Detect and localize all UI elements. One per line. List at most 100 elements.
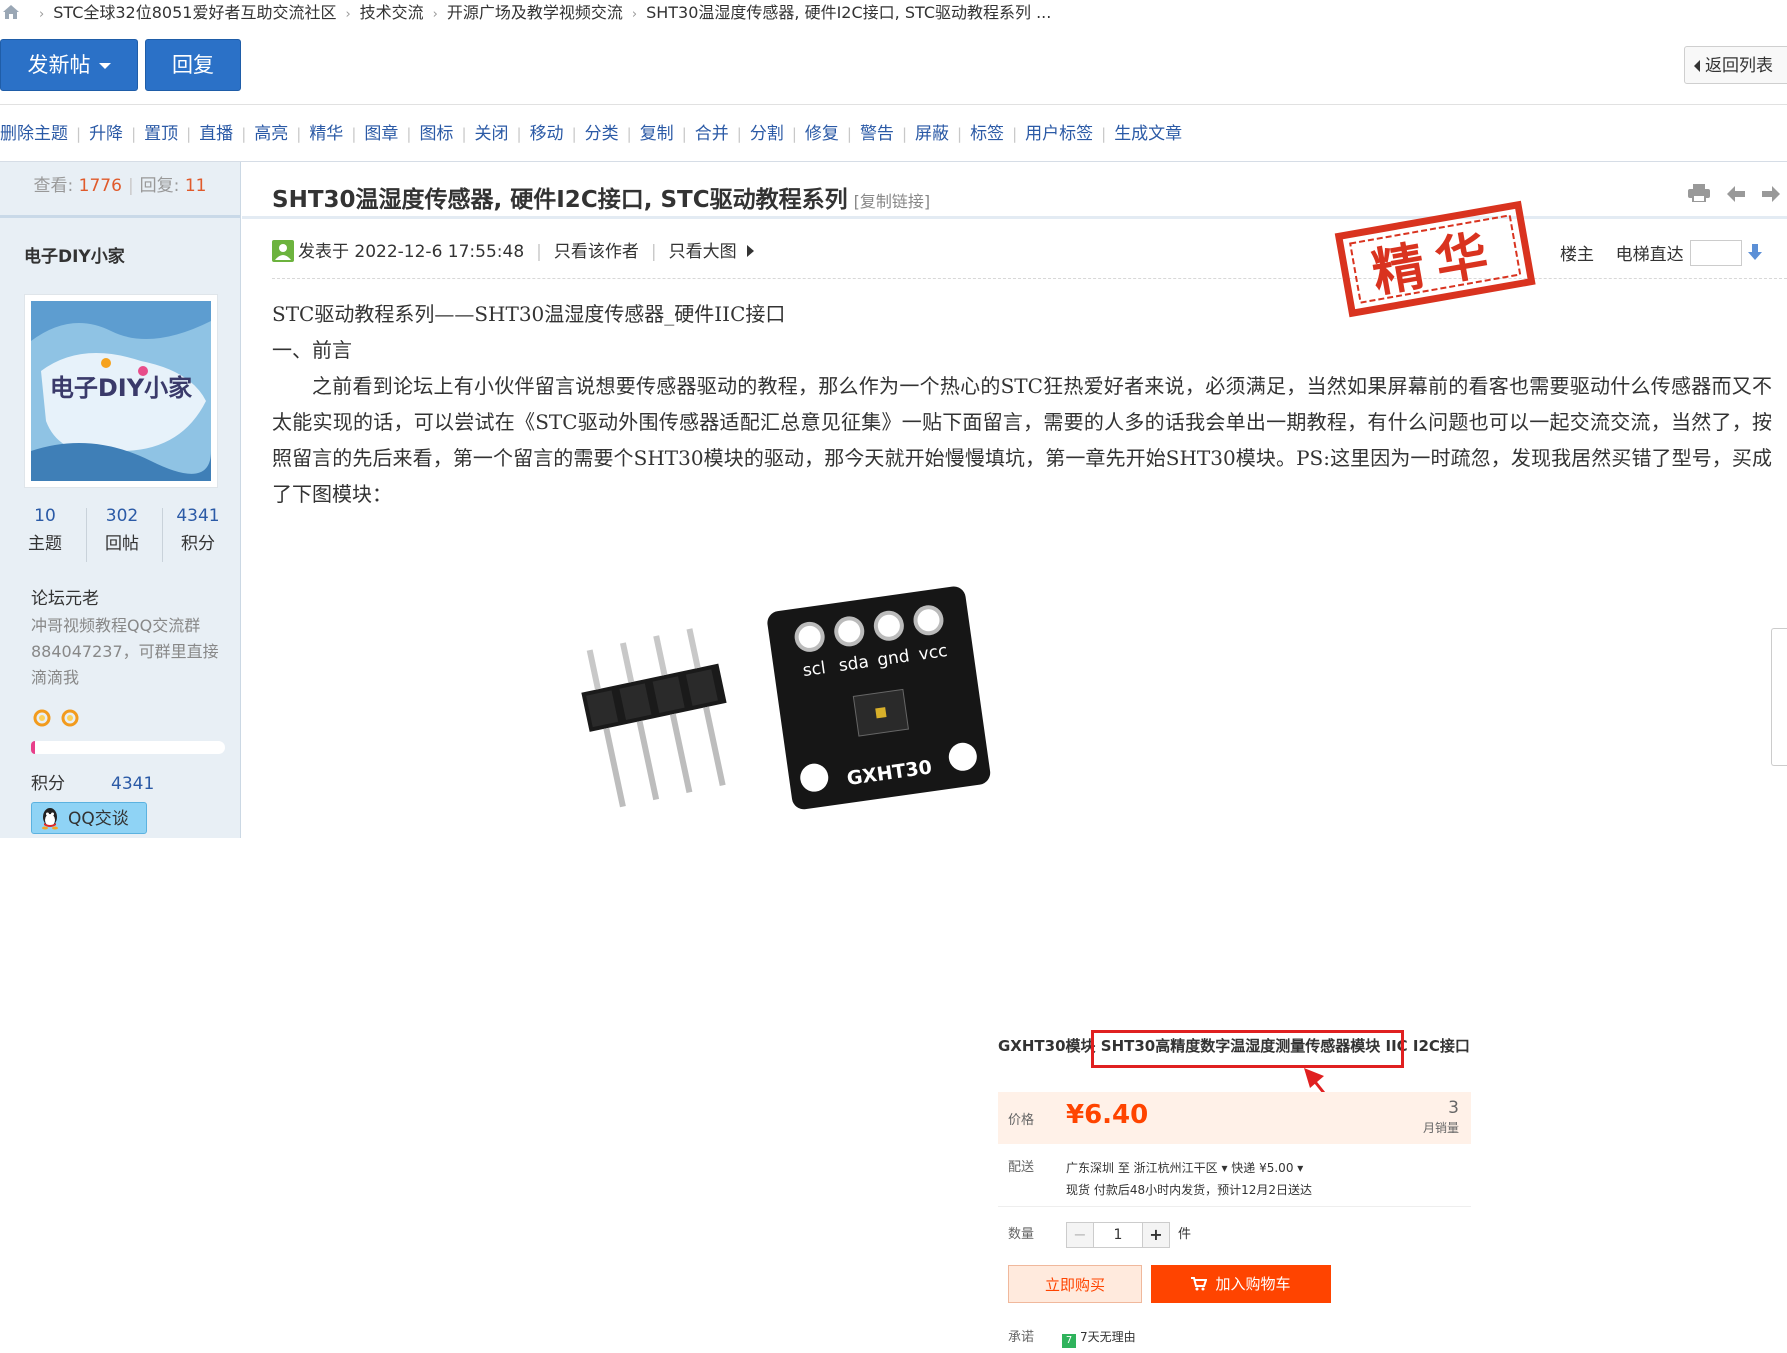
mod-divider: |: [957, 125, 963, 143]
count-posts[interactable]: 302 回帖: [87, 502, 157, 558]
side-panel-tab[interactable]: [1771, 628, 1787, 766]
return-policy-icon: 7: [1062, 1334, 1077, 1348]
qq-chat-label: QQ交谈: [68, 809, 129, 829]
mod-divider: |: [681, 125, 687, 143]
floor-info: 楼主 电梯直达: [1560, 240, 1762, 267]
new-post-button[interactable]: 发新帖: [0, 39, 138, 91]
mod-tool-item[interactable]: 分类: [585, 124, 619, 144]
pin-label-vcc: vcc: [917, 641, 948, 665]
views-label: 查看:: [33, 176, 74, 196]
mod-tool-item[interactable]: 用户标签: [1025, 124, 1093, 144]
divider: [0, 161, 1787, 162]
pin-label-scl: scl: [801, 658, 826, 681]
breadcrumb-separator: ›: [39, 7, 45, 22]
mod-tool-item[interactable]: 警告: [860, 124, 894, 144]
new-post-label: 发新帖: [27, 53, 91, 77]
posted-label: 发表于: [298, 242, 349, 262]
avatar-image: 电子DIY小家: [31, 301, 211, 481]
author-name[interactable]: 电子DIY小家: [24, 242, 125, 267]
mod-tool-item[interactable]: 高亮: [254, 124, 288, 144]
mod-tool-item[interactable]: 删除主题: [0, 124, 68, 144]
reply-label: 回复: [172, 53, 214, 77]
mod-tool-item[interactable]: 移动: [530, 124, 564, 144]
back-to-list-label: 返回列表: [1705, 56, 1773, 76]
mod-tool-item[interactable]: 屏蔽: [915, 124, 949, 144]
mod-divider: |: [736, 125, 742, 143]
mod-tool-item[interactable]: 直播: [199, 124, 233, 144]
mod-divider: |: [296, 125, 302, 143]
quantity-stepper: − 1 +: [1066, 1222, 1170, 1248]
mod-tool-item[interactable]: 分割: [750, 124, 784, 144]
count-points[interactable]: 4341 积分: [163, 502, 233, 558]
previous-thread-icon[interactable]: [1727, 186, 1746, 206]
post-meta: 发表于 2022-12-6 17:55:48 | 只看该作者 | 只看大图: [272, 240, 754, 264]
count-value: 10: [34, 506, 56, 526]
mod-tool-item[interactable]: 修复: [805, 124, 839, 144]
mod-tool-item[interactable]: 置顶: [144, 124, 178, 144]
author-sidebar: 查看: 1776 | 回复: 11 电子DIY小家 电子DIY小家 10 主题 302…: [0, 162, 241, 838]
section-heading: 一、前言: [272, 338, 352, 362]
breadcrumb-open-source[interactable]: 开源广场及教学视频交流: [447, 3, 623, 22]
mod-divider: |: [846, 125, 852, 143]
buy-now-button: 立即购买: [1008, 1265, 1142, 1303]
mod-divider: |: [791, 125, 797, 143]
author-only-link[interactable]: 只看该作者: [554, 242, 639, 262]
mod-divider: |: [461, 125, 467, 143]
divider: [242, 216, 1787, 219]
promise-value: 7天无理由: [1080, 1330, 1136, 1344]
breadcrumb-tech[interactable]: 技术交流: [360, 3, 424, 22]
back-to-list-button[interactable]: 返回列表: [1684, 46, 1787, 84]
mod-tool-item[interactable]: 精华: [309, 124, 343, 144]
mod-tool-item[interactable]: 图章: [364, 124, 398, 144]
print-icon[interactable]: [1688, 184, 1710, 206]
breadcrumb-current-thread[interactable]: SHT30温湿度传感器, 硬件I2C接口, STC驱动教程系列 ...: [646, 3, 1051, 22]
user-signature: 冲哥视频教程QQ交流群884047237，可群里直接滴滴我: [31, 616, 219, 687]
mod-tool-item[interactable]: 生成文章: [1114, 124, 1182, 144]
price-label: 价格: [1008, 1113, 1035, 1128]
listing-title-prefix: GXHT30模块: [998, 1037, 1096, 1055]
score-value: 4341: [111, 774, 155, 794]
elevator-label: 电梯直达: [1615, 245, 1684, 265]
divider: [998, 1206, 1471, 1207]
count-topics[interactable]: 10 主题: [10, 502, 80, 558]
qq-penguin-icon: [42, 808, 58, 830]
stats-divider: |: [127, 176, 134, 196]
ship-label: 配送: [1008, 1160, 1035, 1175]
qq-chat-button[interactable]: QQ交谈: [31, 802, 147, 834]
count-label: 回帖: [105, 534, 139, 554]
home-icon[interactable]: [2, 4, 20, 20]
chevron-down-icon: [98, 63, 111, 69]
mod-tool-item[interactable]: 复制: [640, 124, 674, 144]
promise-row: 承诺 7 7天无理由: [1008, 1326, 1136, 1348]
ship-note: 现货 付款后48小时内发货，预计12月2日送达: [1066, 1183, 1312, 1197]
post-image[interactable]: scl sda gnd vcc GXHT30 GXHT30模块 SHT30高精度…: [580, 515, 1480, 1348]
mod-divider: |: [351, 125, 357, 143]
posted-time: 2022-12-6 17:55:48: [354, 242, 525, 262]
mod-tool-item[interactable]: 关闭: [475, 124, 509, 144]
big-image-link[interactable]: 只看大图: [669, 242, 737, 262]
next-thread-icon[interactable]: [1762, 186, 1781, 206]
breadcrumb-separator: ›: [345, 7, 351, 22]
avatar-text: 电子DIY小家: [50, 374, 192, 402]
level-icons: [31, 707, 87, 733]
floor-jump-input[interactable]: [1689, 240, 1742, 266]
mod-divider: |: [1101, 125, 1107, 143]
copy-link[interactable]: [复制链接]: [854, 192, 931, 211]
breadcrumb-forum[interactable]: STC全球32位8051爱好者互助交流社区: [53, 3, 336, 22]
avatar[interactable]: 电子DIY小家: [24, 294, 218, 488]
mod-tool-item[interactable]: 合并: [695, 124, 729, 144]
qty-unit: 件: [1178, 1227, 1192, 1242]
mod-tool-item[interactable]: 图标: [419, 124, 453, 144]
views-count: 1776: [78, 176, 122, 196]
mod-tool-item[interactable]: 升降: [89, 124, 123, 144]
reply-button[interactable]: 回复: [145, 39, 241, 91]
thread-stats: 查看: 1776 | 回复: 11: [0, 162, 240, 210]
mod-divider: |: [901, 125, 907, 143]
mod-tool-item[interactable]: 标签: [970, 124, 1004, 144]
score-label: 积分: [31, 774, 65, 794]
minus-icon: −: [1067, 1223, 1094, 1247]
arrow-down-icon[interactable]: [1747, 243, 1762, 267]
mod-divider: |: [76, 125, 82, 143]
thread-title: SHT30温湿度传感器, 硬件I2C接口, STC驱动教程系列 [复制链接]: [272, 180, 930, 214]
price-value: ¥6.40: [1066, 1100, 1149, 1130]
